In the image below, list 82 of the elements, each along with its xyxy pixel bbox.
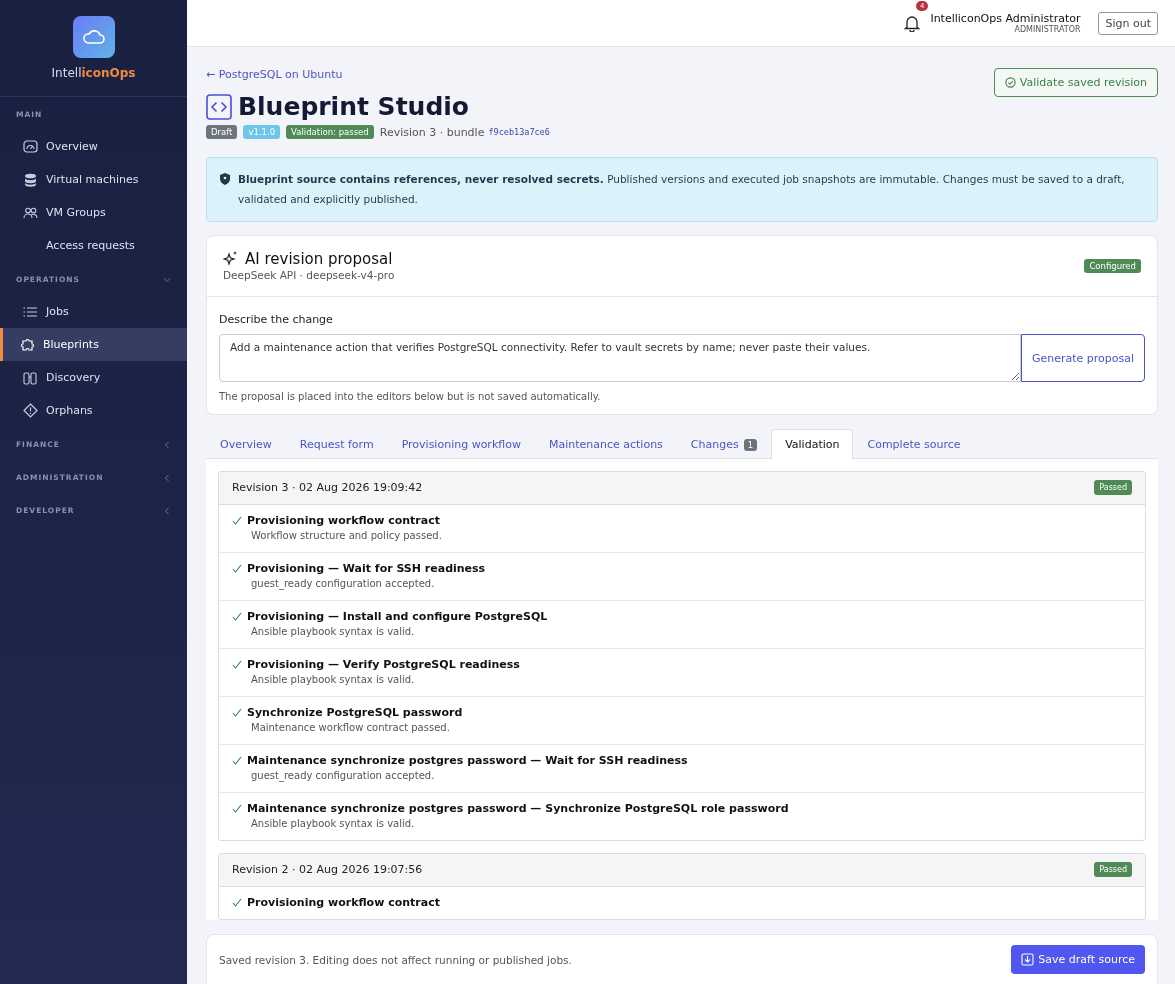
status-badge: Passed — [1094, 862, 1132, 877]
check-detail: guest_ready configuration accepted. — [251, 578, 436, 589]
save-draft-button[interactable]: Save draft source — [1011, 945, 1145, 974]
revision-title: Revision 3 · 02 Aug 2026 19:09:42 — [232, 481, 423, 494]
check-title: Maintenance synchronize postgres password — Synchronize PostgreSQL role password — [247, 802, 789, 815]
count-badge: 1 — [743, 438, 758, 451]
check-circle-icon — [1004, 77, 1016, 88]
alert-text: Blueprint source contains references, never resolved secrets. Published versions and executed job snapshots are immutable. Changes must be saved to a draft, validated and explicitly published. — [238, 172, 1126, 207]
check-icon — [232, 516, 242, 525]
sparkles-icon — [223, 251, 238, 267]
download-icon — [1021, 953, 1035, 966]
tab[interactable]: Validation — [771, 429, 854, 459]
back-link[interactable]: ← PostgreSQL on Ubuntu — [206, 68, 343, 81]
card-title: AI revision proposal — [245, 250, 393, 268]
tab[interactable]: Provisioning workflow — [387, 429, 535, 459]
check-icon — [232, 612, 242, 621]
status-badge: v1.1.0 — [243, 125, 281, 139]
check-detail: Workflow structure and policy passed. — [251, 530, 443, 541]
nav-item[interactable]: Orphans — [0, 394, 187, 427]
check-title: Maintenance synchronize postgres password — Wait for SSH readiness — [247, 754, 688, 767]
tab[interactable]: Complete source — [853, 429, 975, 459]
puzzle-icon — [19, 338, 35, 351]
change-description-field[interactable]: Add a maintenance action that verifies PostgreSQL connectivity. Refer to vault secrets by name; never paste their values. — [219, 334, 1021, 382]
user-role: ADMINISTRATOR — [1014, 25, 1081, 34]
revision-title: Revision 2 · 02 Aug 2026 19:07:56 — [232, 863, 423, 876]
chevron-left-icon[interactable] — [163, 440, 171, 449]
check-detail: Ansible playbook syntax is valid. — [251, 674, 416, 685]
tab[interactable]: Maintenance actions — [534, 429, 677, 459]
validate-button[interactable]: Validate saved revision — [993, 68, 1158, 97]
nav-item[interactable]: Discovery — [0, 361, 187, 394]
database-icon — [23, 172, 37, 187]
check-title: Provisioning — Wait for SSH readiness — [247, 562, 486, 575]
tab[interactable]: Request form — [285, 429, 388, 459]
page-title: Blueprint Studio — [238, 92, 470, 121]
model-name: DeepSeek API · deepseek-v4-pro — [223, 269, 395, 281]
nav-item[interactable]: Jobs — [0, 295, 187, 328]
nav-item[interactable]: VM Groups — [0, 196, 187, 229]
shield-icon — [220, 173, 230, 185]
nav-item[interactable]: Blueprints — [0, 328, 187, 361]
sign-out-button[interactable]: Sign out — [1098, 11, 1158, 35]
check-detail: Maintenance workflow contract passed. — [251, 722, 451, 733]
check-icon — [232, 708, 242, 717]
nav-item[interactable]: Access requests — [0, 229, 187, 262]
check-title: Provisioning — Install and configure PostgreSQL — [247, 610, 548, 623]
gauge-icon — [22, 140, 38, 153]
hint-text: The proposal is placed into the editors below but is not saved automatically. — [219, 391, 602, 402]
check-detail: Ansible playbook syntax is valid. — [251, 818, 416, 829]
check-title: Provisioning workflow contract — [247, 514, 440, 527]
code-icon — [206, 93, 232, 120]
status-badge: Draft — [206, 125, 238, 139]
check-detail: Ansible playbook syntax is valid. — [251, 626, 416, 637]
check-icon — [232, 756, 242, 765]
check-icon — [232, 898, 242, 907]
check-title: Synchronize PostgreSQL password — [247, 706, 463, 719]
user-name: IntelliconOps Administrator — [930, 12, 1081, 25]
chevron-down-icon[interactable] — [163, 275, 171, 284]
footer-text: Saved revision 3. Editing does not affect running or published jobs. — [219, 953, 572, 966]
nav-item[interactable]: Virtual machines — [0, 163, 187, 196]
check-title: Provisioning workflow contract — [247, 896, 440, 909]
warning-diamond-icon — [22, 403, 38, 418]
check-icon — [232, 804, 242, 813]
bundle-hash: f9ceb13a7ce6 — [488, 127, 550, 137]
check-detail: guest_ready configuration accepted. — [251, 770, 436, 781]
list-icon — [23, 305, 37, 318]
chevron-left-icon[interactable] — [163, 506, 171, 515]
field-label: Describe the change — [219, 313, 334, 326]
check-title: Provisioning — Verify PostgreSQL readiness — [247, 658, 520, 671]
tab[interactable]: Changes 1 — [676, 429, 772, 459]
binoculars-icon — [23, 370, 37, 385]
users-icon — [22, 206, 38, 219]
revision-text: Revision 3 · bundle — [379, 125, 485, 139]
nav-item[interactable]: Overview — [0, 130, 187, 163]
status-badge: Configured — [1084, 258, 1141, 273]
tab[interactable]: Overview — [206, 429, 286, 459]
check-icon — [232, 564, 242, 573]
brand-name: IntelliconOps — [51, 66, 136, 80]
status-badge: Validation: passed — [286, 125, 374, 139]
check-icon — [232, 660, 242, 669]
generate-proposal-button[interactable]: Generate proposal — [1020, 334, 1145, 382]
cloud-logo-icon — [72, 16, 115, 58]
chevron-left-icon[interactable] — [163, 473, 171, 482]
status-badge: Passed — [1094, 480, 1132, 495]
